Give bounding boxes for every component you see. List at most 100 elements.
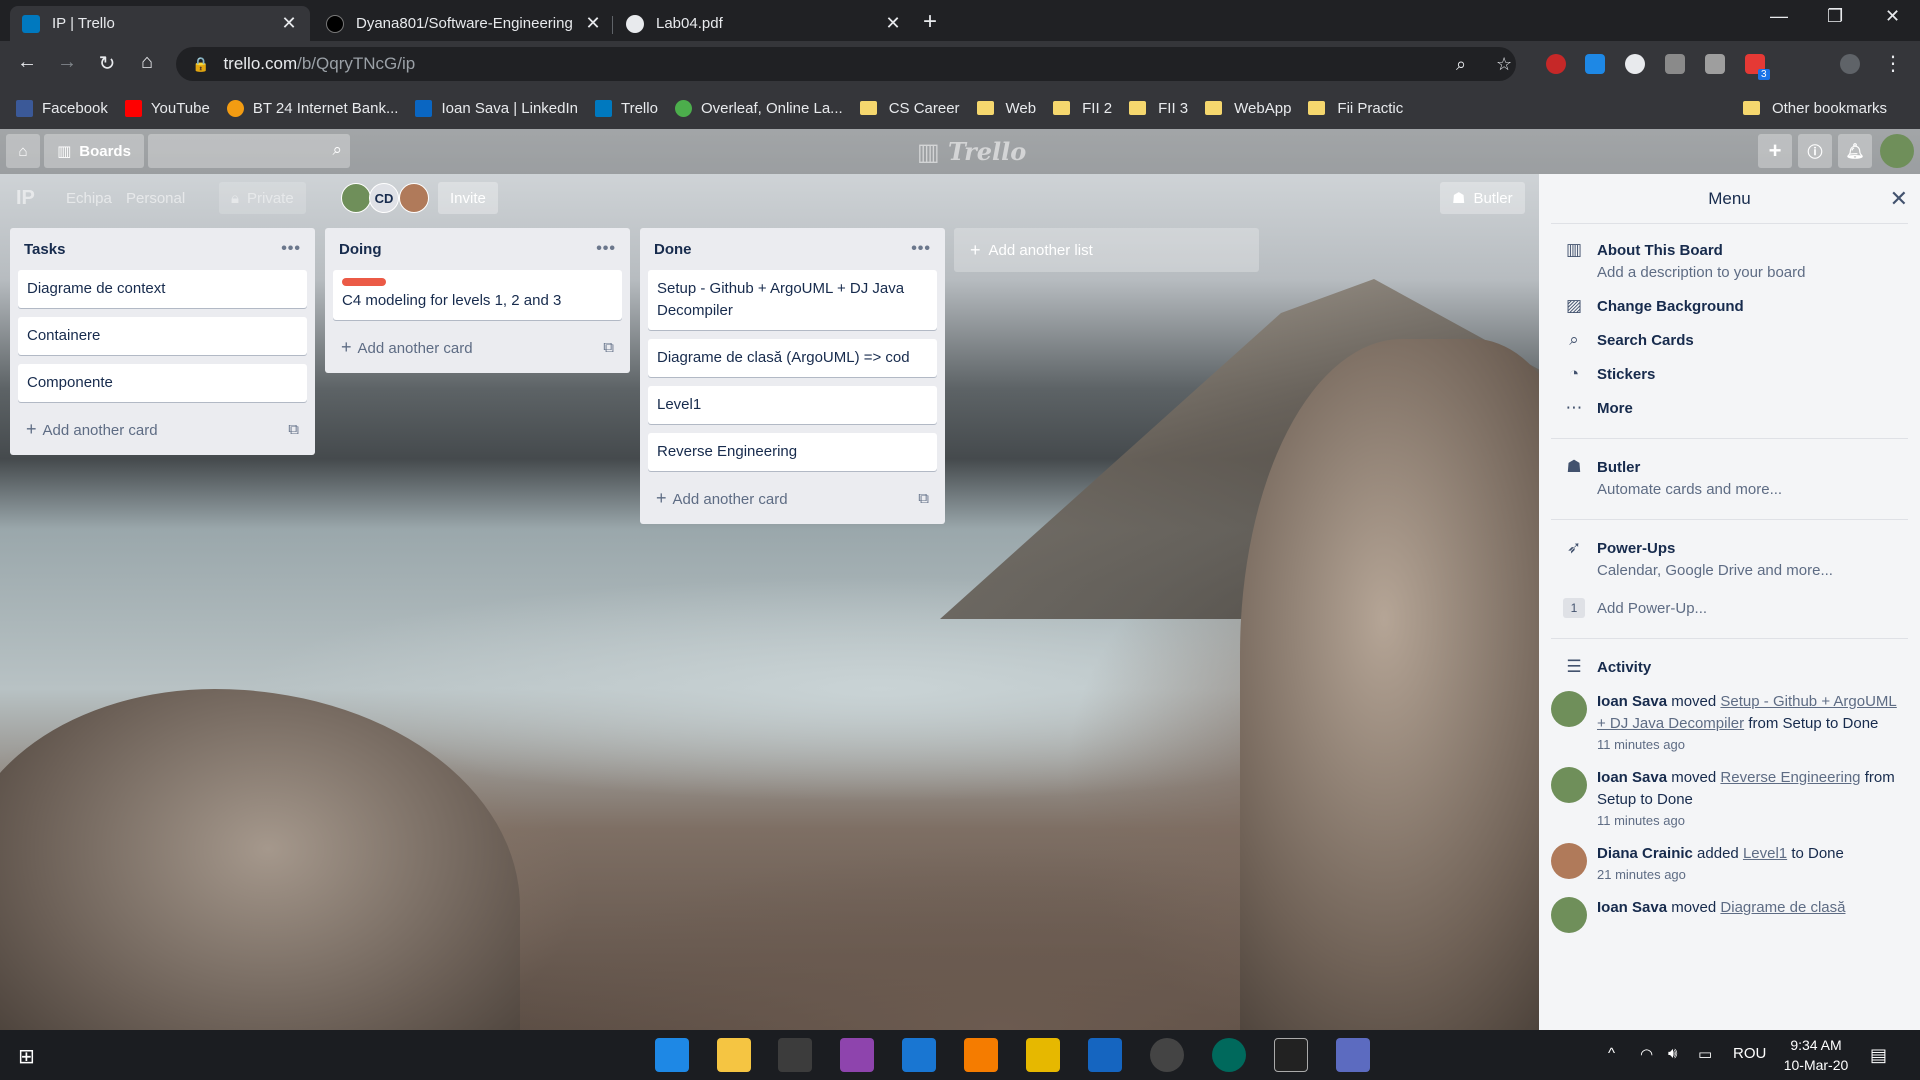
visibility-button[interactable]: 🔒︎ Private [219,182,306,214]
notifications-button[interactable]: 🔔︎ [1838,134,1872,168]
wifi-icon[interactable]: ◠ [1640,1045,1653,1063]
extension-icon[interactable] [1705,54,1725,74]
bookmark-folder-web[interactable]: Web [976,100,1036,117]
menu-item-about[interactable]: ▥ About This Board Add a description to … [1539,234,1920,290]
add-power-up[interactable]: 1 Add Power-Up... [1539,592,1920,626]
avatar[interactable] [1551,843,1587,879]
bookmark-youtube[interactable]: YouTube [124,99,210,117]
add-card-button[interactable]: + Add another card ⧉ [18,411,307,447]
minimize-icon[interactable]: — [1770,6,1788,27]
list-header[interactable]: Done ••• [648,228,937,270]
restore-icon[interactable]: ❐ [1827,6,1843,27]
add-card-button[interactable]: + Add another card ⧉ [648,480,937,516]
file-explorer-icon[interactable] [717,1038,751,1072]
profile-avatar[interactable] [1840,54,1860,74]
invite-button[interactable]: Invite [438,182,498,214]
card[interactable]: Diagrame de context [18,270,307,308]
bookmark-facebook[interactable]: Facebook [16,99,108,117]
bookmark-overleaf[interactable]: Overleaf, Online La... [674,99,843,117]
forward-icon[interactable]: → [54,51,80,74]
menu-item-more[interactable]: ⋯ More [1539,392,1920,426]
bookmark-bt24[interactable]: BT 24 Internet Bank... [226,99,398,117]
activity-card-link[interactable]: Reverse Engineering [1720,769,1860,786]
tray-chevron-icon[interactable]: ^ [1608,1045,1615,1062]
close-tab-icon[interactable]: ✕ [584,13,602,34]
app-icon[interactable] [1026,1038,1060,1072]
back-icon[interactable]: ← [14,51,40,74]
extension-icon[interactable] [1665,54,1685,74]
menu-item-search-cards[interactable]: ⌕ Search Cards [1539,324,1920,358]
windows-start-icon[interactable]: ⊞ [18,1044,35,1069]
list-title[interactable]: Done [654,241,692,258]
board-title[interactable]: IP [16,182,35,214]
bookmark-linkedin[interactable]: Ioan Sava | LinkedIn [415,99,578,117]
member-avatar[interactable] [341,183,371,213]
list-menu-icon[interactable]: ••• [596,240,616,258]
app-icon[interactable] [1088,1038,1122,1072]
visual-studio-icon[interactable] [840,1038,874,1072]
card[interactable]: Containere [18,317,307,355]
list-header[interactable]: Tasks ••• [18,228,307,270]
add-card-button[interactable]: + Add another card ⧉ [333,329,622,365]
bookmark-folder-fii2[interactable]: FII 2 [1053,100,1112,117]
close-icon[interactable]: ✕ [1890,186,1908,212]
trello-logo[interactable]: ▥ Trello [917,137,1026,166]
add-list-button[interactable]: + Add another list [954,228,1259,272]
block-extension-icon[interactable] [1625,54,1645,74]
activity-time[interactable]: 21 minutes ago [1597,865,1844,885]
home-icon[interactable]: ⌂ [134,51,160,74]
zoom-icon[interactable]: ⌕ [1456,54,1466,75]
member-avatar[interactable] [399,183,429,213]
board-personal[interactable]: Personal [126,182,185,214]
create-button[interactable]: + [1758,134,1792,168]
sublime-text-icon[interactable] [964,1038,998,1072]
activity-time[interactable]: 11 minutes ago [1597,811,1908,831]
card[interactable]: Reverse Engineering [648,433,937,471]
card[interactable]: Level1 [648,386,937,424]
avatar[interactable] [1551,691,1587,727]
bookmark-folder-fii-practic[interactable]: Fii Practic [1308,100,1403,117]
vscode-icon[interactable] [902,1038,936,1072]
activity-card-link[interactable]: Level1 [1743,845,1787,862]
board-team[interactable]: Echipa [66,182,112,214]
language-indicator[interactable]: ROU [1733,1045,1766,1062]
notifications-icon[interactable]: ▤ [1870,1045,1887,1066]
bookmark-folder-webapp[interactable]: WebApp [1205,100,1291,117]
terminal-icon[interactable] [778,1038,812,1072]
template-icon[interactable]: ⧉ [603,339,614,356]
avatar[interactable] [1551,897,1587,933]
board-search-input[interactable]: ⌕ [148,134,350,168]
template-icon[interactable]: ⧉ [918,490,929,507]
activity-user[interactable]: Ioan Sava [1597,693,1667,710]
address-bar[interactable]: 🔒 trello.com /b/QqryTNcG/ip [176,47,1516,81]
app-icon[interactable] [1212,1038,1246,1072]
menu-item-butler[interactable]: ☗ Butler Automate cards and more... [1539,451,1920,507]
member-avatar-cd[interactable]: CD [369,183,399,213]
window-close-icon[interactable]: ✕ [1885,6,1900,27]
cmd-icon[interactable] [1274,1038,1308,1072]
card[interactable]: C4 modeling for levels 1, 2 and 3 [333,270,622,320]
user-avatar[interactable] [1880,134,1914,168]
card[interactable]: Componente [18,364,307,402]
activity-user[interactable]: Ioan Sava [1597,769,1667,786]
avatar[interactable] [1551,767,1587,803]
tab-pdf[interactable]: Lab04.pdf ✕ [614,6,914,41]
list-menu-icon[interactable]: ••• [281,240,301,258]
bookmark-trello[interactable]: Trello [594,99,658,117]
card[interactable]: Diagrame de clasă (ArgoUML) => cod [648,339,937,377]
menu-item-change-background[interactable]: ▨ Change Background [1539,290,1920,324]
other-bookmarks[interactable]: Other bookmarks [1742,87,1887,129]
battery-icon[interactable]: ▭ [1698,1045,1712,1063]
chrome-menu-icon[interactable]: ⋮ [1880,51,1906,76]
list-title[interactable]: Tasks [24,241,65,258]
info-button[interactable]: ⓘ [1798,134,1832,168]
reload-icon[interactable]: ↻ [94,51,120,76]
mail-app-icon[interactable] [655,1038,689,1072]
close-tab-icon[interactable]: ✕ [884,13,902,34]
list-menu-icon[interactable]: ••• [911,240,931,258]
new-tab-button[interactable]: + [923,8,937,36]
menu-item-stickers[interactable]: ◔ Stickers [1539,358,1920,392]
bookmark-folder-cs-career[interactable]: CS Career [859,100,960,117]
boards-button[interactable]: ▥ Boards [44,134,144,168]
activity-card-link[interactable]: Diagrame de clasă [1720,899,1845,916]
